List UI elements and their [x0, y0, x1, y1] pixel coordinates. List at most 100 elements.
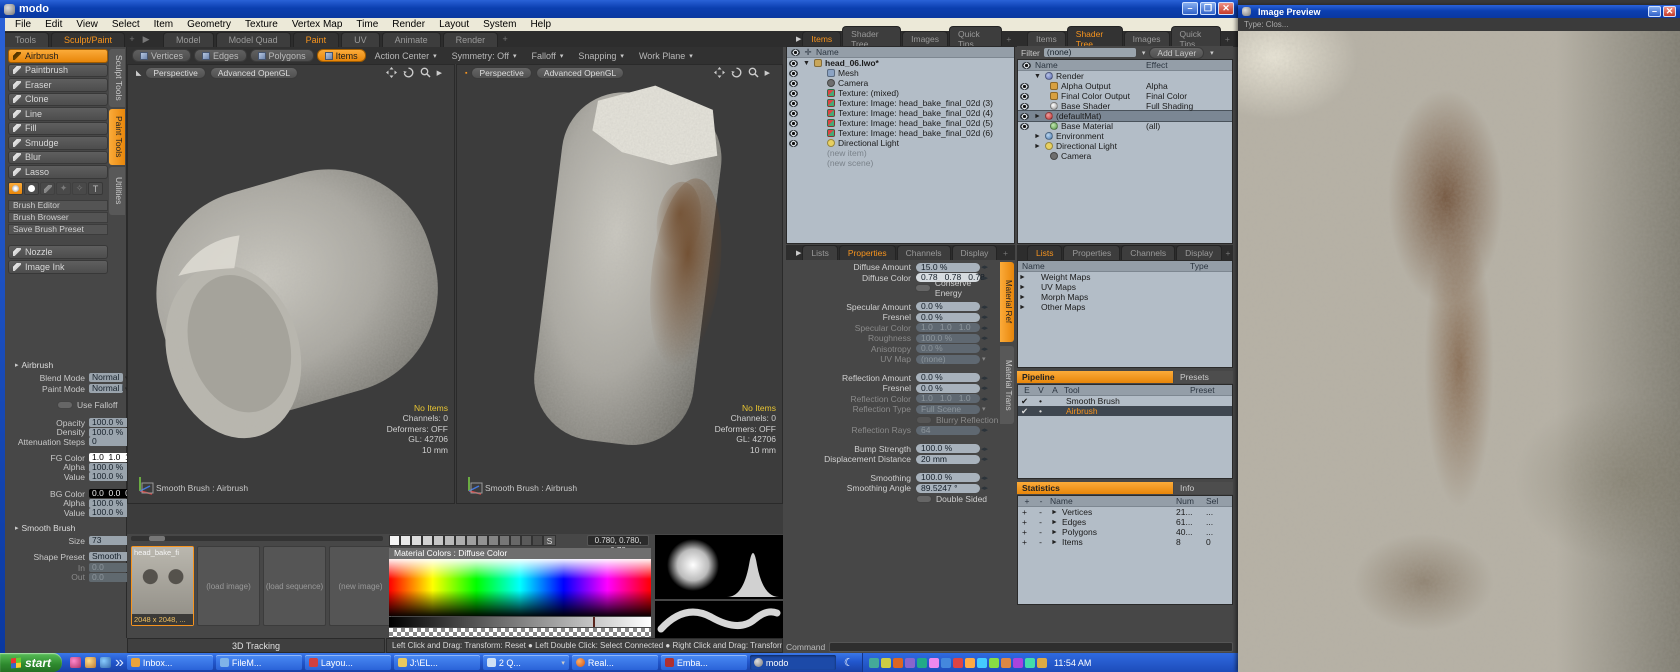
zoom-icon[interactable] — [420, 67, 431, 78]
eye-icon[interactable] — [1020, 123, 1029, 130]
tray-icon[interactable] — [917, 658, 927, 668]
reflection-amount-field[interactable]: 0.0 % — [916, 373, 980, 382]
stepper-icon[interactable]: ◂▸ — [981, 455, 988, 463]
load-sequence-slot[interactable]: (load sequence) — [263, 546, 326, 626]
viewport-menu-icon[interactable]: ▶ — [437, 69, 442, 77]
shader-row-render[interactable]: ▼Render — [1018, 71, 1232, 81]
quick-launch-icon[interactable] — [85, 657, 96, 668]
clip-scrollbar-handle[interactable] — [149, 536, 165, 541]
plus-icon[interactable]: + — [1018, 517, 1031, 527]
eye-icon[interactable] — [1020, 103, 1029, 110]
eye-icon[interactable] — [789, 120, 798, 127]
color-swatch[interactable] — [532, 535, 543, 546]
tab-utilities[interactable]: Utilities — [109, 167, 125, 215]
tab-material-ref[interactable]: Material Ref — [1000, 262, 1014, 342]
tab-add-left[interactable]: + — [125, 34, 139, 44]
menu-time[interactable]: Time — [349, 19, 385, 30]
item-row-texture-mixed[interactable]: Texture: (mixed) — [787, 88, 1014, 98]
stepper-icon[interactable]: ◂▸ — [981, 484, 988, 492]
stepper-icon[interactable]: ◂▸ — [981, 263, 988, 271]
tool-eraser[interactable]: Eraser — [8, 78, 108, 92]
move-column-icon[interactable]: ✛ — [804, 47, 812, 58]
blurry-reflection-checkbox[interactable] — [916, 416, 932, 424]
shader-row-defaultmat[interactable]: ►(defaultMat) — [1018, 111, 1232, 121]
item-row-new-item[interactable]: (new item) — [787, 148, 1014, 158]
visibility-column-icon[interactable] — [1022, 62, 1031, 69]
color-swatch[interactable] — [411, 535, 422, 546]
tray-icon[interactable] — [989, 658, 999, 668]
list-row-uv-maps[interactable]: ►UV Maps — [1018, 282, 1232, 292]
pipeline-row-smooth-brush[interactable]: ✔ • Smooth Brush — [1018, 396, 1232, 406]
shader-row-directional-light[interactable]: ►Directional Light — [1018, 141, 1232, 151]
action-center-dropdown[interactable]: Action Center▾ — [369, 51, 443, 61]
reflection-type-select[interactable]: Full Scene — [916, 405, 980, 414]
shader-row-environment[interactable]: ►Environment — [1018, 131, 1232, 141]
tray-icon[interactable] — [869, 658, 879, 668]
tab-lists[interactable]: Lists — [802, 245, 837, 260]
menu-edit[interactable]: Edit — [38, 19, 69, 30]
stepper-icon[interactable]: ◂▸ — [981, 313, 988, 321]
enable-check-icon[interactable]: ✔ — [1018, 406, 1031, 417]
menu-item[interactable]: Item — [147, 19, 180, 30]
info-header[interactable]: Info — [1174, 482, 1233, 494]
tool-lasso[interactable]: Lasso — [8, 165, 108, 179]
value-gradient-bar[interactable] — [389, 617, 651, 627]
menu-select[interactable]: Select — [105, 19, 147, 30]
panel-arrow-icon[interactable]: ▶ — [796, 35, 801, 43]
minimize-button[interactable]: – — [1182, 2, 1198, 15]
tool-fill[interactable]: Fill — [8, 122, 108, 136]
soft-tip-button[interactable] — [8, 182, 23, 195]
tab-add-right[interactable]: + — [498, 34, 512, 44]
tray-icon[interactable] — [941, 658, 951, 668]
alpha-checker-bar[interactable] — [389, 628, 651, 637]
stepper-icon[interactable]: ◂▸ — [981, 374, 988, 382]
taskbar-button-inbox[interactable]: Inbox... — [127, 655, 213, 670]
symmetry-dropdown[interactable]: Symmetry: Off▾ — [446, 51, 523, 61]
list-row-other-maps[interactable]: ►Other Maps — [1018, 302, 1232, 312]
viewport-corner-icon[interactable]: ◣ — [136, 69, 141, 77]
minus-icon[interactable]: - — [1034, 527, 1047, 537]
menu-texture[interactable]: Texture — [238, 19, 285, 30]
triangle-right-icon[interactable]: ► — [1050, 509, 1059, 516]
list-row-morph-maps[interactable]: ►Morph Maps — [1018, 292, 1232, 302]
paint-mode-select[interactable]: Normal Proj ... — [89, 384, 123, 393]
stepper-icon[interactable]: ◂▸ — [981, 324, 988, 332]
modo-titlebar[interactable]: modo – ❐ ✕ — [0, 0, 1238, 18]
tray-icon[interactable] — [965, 658, 975, 668]
color-swatch[interactable] — [521, 535, 532, 546]
tab-render[interactable]: Render — [443, 32, 499, 47]
clipboard-tool-icon[interactable]: ☾ — [844, 656, 854, 669]
perspective-button[interactable]: Perspective — [145, 67, 205, 79]
tab-properties[interactable]: Properties — [1063, 245, 1120, 260]
tab-images[interactable]: Images — [1124, 31, 1170, 46]
pipeline-header[interactable]: Pipeline — [1017, 371, 1173, 383]
tool-paintbrush[interactable]: Paintbrush — [8, 64, 108, 78]
stepper-icon[interactable]: ◂▸ — [981, 474, 988, 482]
eye-icon[interactable] — [1020, 113, 1029, 120]
star-tip-button[interactable]: ✧ — [72, 182, 87, 195]
triangle-down-icon[interactable]: ▼ — [1033, 73, 1042, 80]
eye-icon[interactable] — [789, 100, 798, 107]
text-tip-button[interactable]: T — [88, 182, 103, 195]
color-swatch[interactable] — [433, 535, 444, 546]
eye-icon[interactable] — [1020, 83, 1029, 90]
double-sided-checkbox[interactable] — [916, 495, 932, 503]
menu-geometry[interactable]: Geometry — [180, 19, 238, 30]
tool-blur[interactable]: Blur — [8, 151, 108, 165]
close-button[interactable]: ✕ — [1218, 2, 1234, 15]
shader-row-final-color[interactable]: Final Color OutputFinal Color — [1018, 91, 1232, 101]
new-image-slot[interactable]: (new image) — [329, 546, 392, 626]
presets-header[interactable]: Presets — [1174, 371, 1233, 383]
plus-icon[interactable]: + — [1018, 527, 1031, 537]
eye-icon[interactable] — [1020, 93, 1029, 100]
pan-icon[interactable] — [714, 67, 725, 78]
shader-row-base-material[interactable]: Base Material(all) — [1018, 121, 1232, 131]
eye-icon[interactable] — [789, 130, 798, 137]
tab-tools[interactable]: Tools — [2, 32, 49, 47]
visibility-column-icon[interactable] — [791, 49, 800, 56]
poly-tip-button[interactable]: ✦ — [56, 182, 71, 195]
tab-material-trans[interactable]: Material Trans — [1000, 346, 1014, 424]
eye-icon[interactable] — [789, 110, 798, 117]
tray-icon[interactable] — [953, 658, 963, 668]
internet-explorer-icon[interactable] — [100, 657, 111, 668]
